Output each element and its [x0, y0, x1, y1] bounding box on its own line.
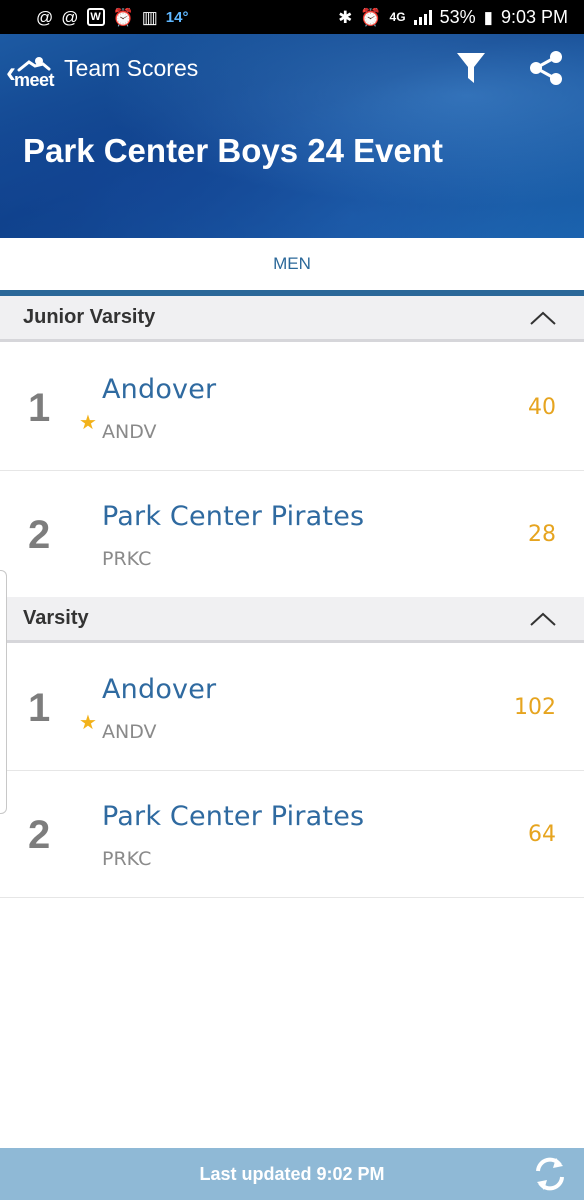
team-name: Park Center Pirates	[102, 801, 365, 832]
chevron-up-icon[interactable]	[530, 311, 556, 325]
team-name: Andover	[102, 674, 217, 705]
team-rank: 1	[28, 686, 51, 730]
meet-logo: meet	[14, 56, 55, 90]
screen-title: Team Scores	[64, 54, 199, 81]
logo-text: meet	[14, 70, 55, 90]
team-row[interactable]: 1 ★ Andover ANDV 102	[0, 644, 584, 771]
battery-percent: 53%	[439, 6, 476, 27]
signal-icon	[413, 9, 432, 25]
team-code: ANDV	[102, 721, 157, 743]
team-row[interactable]: 2 Park Center Pirates PRKC 64	[0, 771, 584, 898]
activity-icon: ▥	[141, 7, 158, 27]
star-icon: ★	[79, 712, 97, 734]
refresh-icon[interactable]	[530, 1154, 570, 1199]
w-app-icon: W	[86, 8, 105, 26]
battery-icon: ▮	[483, 7, 493, 27]
team-rank: 1	[28, 386, 51, 430]
team-code: PRKC	[102, 548, 152, 570]
threads-icon: @	[36, 7, 54, 27]
app-bar: ‹ meet Team Scores	[0, 34, 584, 102]
section-header-varsity[interactable]: Varsity	[0, 597, 584, 643]
team-rank: 2	[28, 813, 51, 857]
footer-bar: Last updated 9:02 PM	[0, 1148, 584, 1200]
clock: 9:03 PM	[500, 6, 568, 27]
team-score: 64	[528, 822, 556, 847]
alarm-icon: ⏰	[360, 7, 382, 27]
network-type: 4G	[389, 10, 406, 24]
edge-panel-handle[interactable]	[0, 570, 7, 814]
team-name: Andover	[102, 374, 217, 405]
temperature: 14°	[165, 8, 189, 26]
tab-men[interactable]: MEN	[0, 238, 584, 290]
back-button[interactable]: ‹ meet	[6, 48, 55, 90]
header: ‹ meet Team Scores Park Center Boys 24 E…	[0, 34, 584, 238]
chevron-up-icon[interactable]	[530, 612, 556, 626]
status-bar: @ @ W ⏰ ▥ 14° ✱ ⏰ 4G 53% ▮ 9:03 PM	[0, 0, 584, 34]
status-right: ✱ ⏰ 4G 53% ▮ 9:03 PM	[338, 7, 568, 28]
gender-tabs: MEN	[0, 238, 584, 290]
team-code: ANDV	[102, 421, 157, 443]
alarm-app-icon: ⏰	[112, 7, 134, 27]
last-updated: Last updated 9:02 PM	[199, 1163, 385, 1184]
status-left: @ @ W ⏰ ▥ 14°	[36, 8, 188, 26]
team-row[interactable]: 1 ★ Andover ANDV 40	[0, 344, 584, 471]
team-name: Park Center Pirates	[102, 501, 365, 532]
team-code: PRKC	[102, 848, 152, 870]
team-rank: 2	[28, 513, 51, 557]
event-title: Park Center Boys 24 Event	[23, 132, 444, 169]
section-title: Varsity	[23, 607, 89, 629]
swimmer-icon	[17, 56, 51, 72]
share-icon[interactable]	[528, 50, 564, 86]
section-header-junior-varsity[interactable]: Junior Varsity	[0, 296, 584, 342]
star-icon: ★	[79, 412, 97, 434]
threads-icon-2: @	[61, 7, 79, 27]
filter-icon[interactable]	[456, 51, 486, 85]
team-score: 40	[528, 395, 556, 420]
team-row[interactable]: 2 Park Center Pirates PRKC 28	[0, 471, 584, 598]
team-score: 28	[528, 522, 556, 547]
header-actions	[456, 50, 564, 86]
bluetooth-icon: ✱	[338, 7, 353, 27]
section-title: Junior Varsity	[23, 306, 156, 328]
team-score: 102	[514, 695, 556, 720]
